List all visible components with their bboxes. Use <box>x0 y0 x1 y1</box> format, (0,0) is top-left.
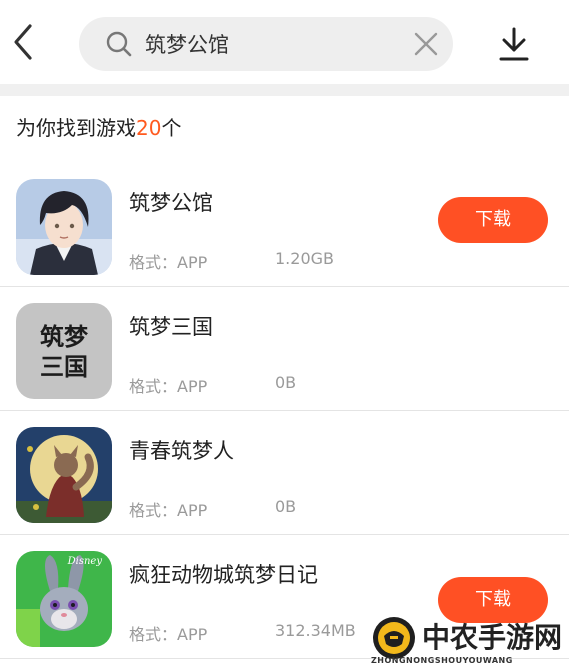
game-name[interactable]: 筑梦三国 <box>129 311 213 341</box>
fox-moon-icon[interactable] <box>16 427 112 523</box>
rabbit-icon[interactable]: Disney <box>16 551 112 647</box>
list-item[interactable]: 筑梦 三国 筑梦三国 格式：APP 0B <box>0 287 569 411</box>
calligraphy-line-2: 三国 <box>40 352 88 381</box>
download-button[interactable]: 下载 <box>438 197 548 243</box>
game-format: 格式：APP <box>129 253 208 272</box>
watermark-subtitle: ZHONGNONGSHOUYOUWANG <box>371 656 513 665</box>
search-icon <box>106 31 132 57</box>
search-input[interactable] <box>145 27 395 61</box>
result-count-prefix: 为你找到游戏 <box>16 116 136 140</box>
search-bar[interactable] <box>79 17 453 71</box>
game-name[interactable]: 筑梦公馆 <box>129 187 213 217</box>
game-format: 格式：APP <box>129 501 208 520</box>
calligraphy-icon[interactable]: 筑梦 三国 <box>16 303 112 399</box>
result-count-suffix: 个 <box>161 116 182 140</box>
watermark-title: 中农手游网 <box>422 621 563 654</box>
game-size: 0B <box>275 373 297 392</box>
game-size: 312.34MB <box>275 621 356 640</box>
clear-icon[interactable] <box>413 31 439 57</box>
result-count-number: 20 <box>136 116 162 140</box>
download-icon <box>499 27 529 61</box>
game-name[interactable]: 青春筑梦人 <box>129 435 234 465</box>
download-manager-button[interactable] <box>497 26 531 62</box>
anime-character-icon[interactable] <box>16 179 112 275</box>
calligraphy-line-1: 筑梦 <box>40 322 89 351</box>
list-item[interactable]: 筑梦公馆 格式：APP 1.20GB 下载 <box>0 163 569 287</box>
game-size: 1.20GB <box>275 249 334 268</box>
game-size: 0B <box>275 497 297 516</box>
game-format: 格式：APP <box>129 625 208 644</box>
site-watermark: 中农手游网 ZHONGNONGSHOUYOUWANG <box>370 616 563 666</box>
disney-label: Disney <box>67 556 103 567</box>
section-divider <box>0 84 569 96</box>
result-count: 为你找到游戏20个 <box>16 112 181 141</box>
watermark-logo-icon <box>373 617 415 659</box>
back-arrow-icon <box>14 24 32 60</box>
game-format: 格式：APP <box>129 377 208 396</box>
back-button[interactable] <box>6 22 40 62</box>
top-bar <box>0 0 569 84</box>
game-name[interactable]: 疯狂动物城筑梦日记 <box>129 559 318 589</box>
list-item[interactable]: 青春筑梦人 格式：APP 0B <box>0 411 569 535</box>
